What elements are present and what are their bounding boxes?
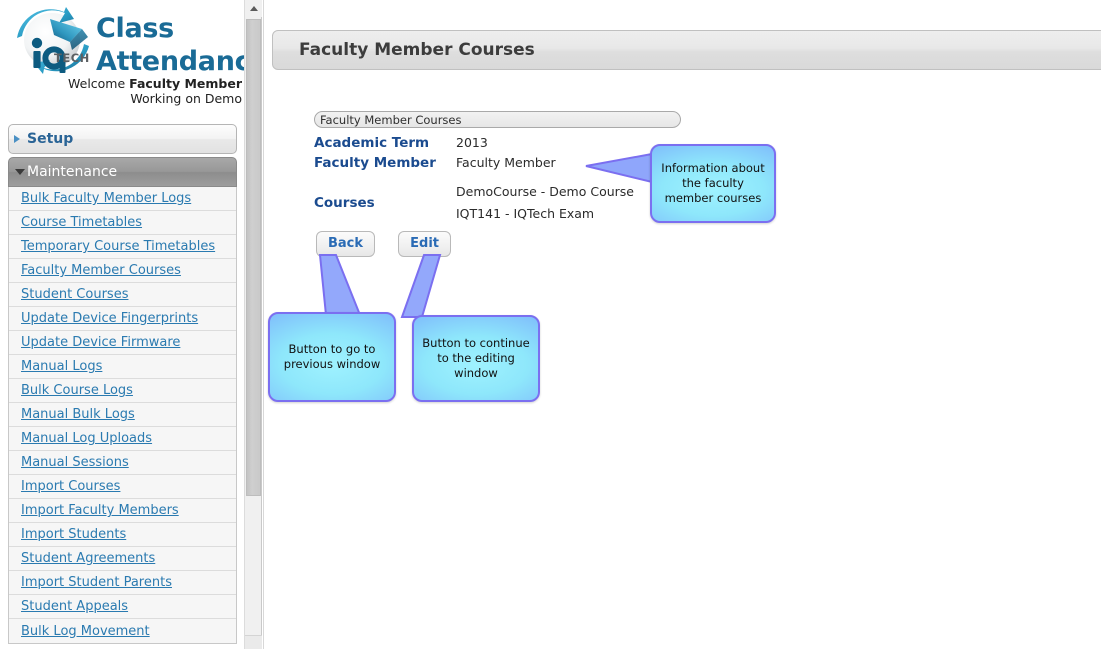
sidebar-item-update-device-firmware[interactable]: Update Device Firmware — [9, 331, 236, 355]
sidebar-link[interactable]: Update Device Firmware — [21, 335, 180, 350]
welcome-block: Welcome Faculty Member Working on Demo — [20, 76, 242, 106]
sidebar-item-student-appeals[interactable]: Student Appeals — [9, 595, 236, 619]
sidebar-link[interactable]: Manual Sessions — [21, 455, 129, 470]
callout-text: Information about the faculty member cou… — [661, 161, 765, 205]
field-value: Faculty Member — [456, 155, 556, 170]
faculty-member-courses-panel: Faculty Member Courses Academic Term 201… — [314, 111, 734, 221]
working-on-line: Working on Demo — [130, 91, 242, 106]
callout-info-courses: Information about the faculty member cou… — [650, 144, 776, 223]
welcome-line: Welcome Faculty Member — [20, 76, 242, 91]
sidebar-item-course-timetables[interactable]: Course Timetables — [9, 211, 236, 235]
sidebar-panel: TECH Class Attendance Welcome Faculty Me… — [0, 0, 244, 649]
sidebar-link[interactable]: Course Timetables — [21, 215, 142, 230]
sidebar-link[interactable]: Manual Bulk Logs — [21, 407, 135, 422]
sidebar-item-faculty-member-courses[interactable]: Faculty Member Courses — [9, 259, 236, 283]
sidebar-link[interactable]: Manual Logs — [21, 359, 102, 374]
sidebar-link[interactable]: Update Device Fingerprints — [21, 311, 198, 326]
sidebar-item-student-agreements[interactable]: Student Agreements — [9, 547, 236, 571]
sidebar-link[interactable]: Student Agreements — [21, 551, 155, 566]
sidebar-item-import-courses[interactable]: Import Courses — [9, 475, 236, 499]
welcome-prefix: Welcome — [68, 76, 130, 91]
callout-back-button: Button to go to previous window — [268, 312, 396, 402]
sidebar-group-maintenance-label: Maintenance — [27, 164, 118, 180]
brand-header: TECH Class Attendance Welcome Faculty Me… — [0, 0, 244, 110]
chevron-up-icon[interactable] — [245, 0, 262, 17]
callout-edit-button: Button to continue to the editing window — [412, 315, 540, 402]
chevron-right-icon — [14, 135, 20, 143]
sidebar-link[interactable]: Faculty Member Courses — [21, 263, 181, 278]
list-item: IQT141 - IQTech Exam — [456, 206, 595, 221]
sidebar-item-temporary-course-timetables[interactable]: Temporary Course Timetables — [9, 235, 236, 259]
sidebar-link[interactable]: Temporary Course Timetables — [21, 239, 215, 254]
courses-list: DemoCourse - Demo Course IQT141 - IQTech… — [456, 181, 634, 225]
brand-title-line1: Class — [96, 13, 174, 44]
sidebar-item-bulk-course-logs[interactable]: Bulk Course Logs — [9, 379, 236, 403]
sidebar-link[interactable]: Import Student Parents — [21, 575, 172, 590]
sidebar-link[interactable]: Import Students — [21, 527, 126, 542]
welcome-user: Faculty Member — [129, 76, 242, 91]
scrollbar-track[interactable] — [246, 496, 261, 632]
callout-text: Button to continue to the editing window — [422, 336, 530, 380]
scrollbar-thumb[interactable] — [246, 19, 261, 496]
field-label: Academic Term — [314, 135, 430, 151]
sidebar-item-bulk-faculty-member-logs[interactable]: Bulk Faculty Member Logs — [9, 187, 236, 211]
app-window: TECH Class Attendance Welcome Faculty Me… — [0, 0, 1101, 649]
page-header-bar: Faculty Member Courses — [272, 30, 1101, 70]
iqtech-circular-arrows-logo-icon: TECH — [10, 6, 102, 74]
sidebar-group-setup[interactable]: Setup — [8, 124, 237, 154]
sidebar-link[interactable]: Student Courses — [21, 287, 128, 302]
sidebar-link[interactable]: Manual Log Uploads — [21, 431, 152, 446]
sidebar-item-import-students[interactable]: Import Students — [9, 523, 236, 547]
sidebar-item-import-faculty-members[interactable]: Import Faculty Members — [9, 499, 236, 523]
sidebar-item-manual-bulk-logs[interactable]: Manual Bulk Logs — [9, 403, 236, 427]
edit-button[interactable]: Edit — [398, 231, 451, 257]
page-scrollbar[interactable] — [244, 0, 262, 649]
page-title: Class Attendance — [96, 12, 244, 78]
sidebar-item-manual-sessions[interactable]: Manual Sessions — [9, 451, 236, 475]
sidebar-item-manual-logs[interactable]: Manual Logs — [9, 355, 236, 379]
panel-legend: Faculty Member Courses — [314, 111, 681, 128]
chevron-down-icon — [15, 169, 25, 175]
field-label: Faculty Member — [314, 155, 436, 171]
field-label: Courses — [314, 195, 375, 211]
callout-tail-info — [585, 152, 656, 186]
main-page-title: Faculty Member Courses — [299, 40, 535, 60]
sidebar-link[interactable]: Bulk Faculty Member Logs — [21, 191, 191, 206]
sidebar-link[interactable]: Student Appeals — [21, 599, 128, 614]
sidebar-item-manual-log-uploads[interactable]: Manual Log Uploads — [9, 427, 236, 451]
scroll-down-button[interactable] — [245, 635, 262, 649]
callout-tail-edit — [400, 254, 448, 319]
sidebar-link[interactable]: Bulk Log Movement — [21, 624, 150, 639]
callout-tail-back — [314, 254, 362, 317]
sidebar-menu-list: Bulk Faculty Member Logs Course Timetabl… — [8, 187, 237, 644]
action-button-row: Back Edit — [316, 231, 451, 257]
back-button[interactable]: Back — [316, 231, 376, 257]
svg-text:TECH: TECH — [54, 51, 90, 65]
sidebar-item-student-courses[interactable]: Student Courses — [9, 283, 236, 307]
sidebar-group-setup-label: Setup — [27, 131, 74, 147]
sidebar-item-import-student-parents[interactable]: Import Student Parents — [9, 571, 236, 595]
sidebar-link[interactable]: Bulk Course Logs — [21, 383, 133, 398]
sidebar-link[interactable]: Import Faculty Members — [21, 503, 179, 518]
brand-title-line2: Attendance — [96, 46, 244, 77]
sidebar-link[interactable]: Import Courses — [21, 479, 120, 494]
sidebar-item-update-device-fingerprints[interactable]: Update Device Fingerprints — [9, 307, 236, 331]
main-content: Faculty Member Courses Faculty Member Co… — [264, 0, 1101, 649]
sidebar-group-maintenance[interactable]: Maintenance — [8, 157, 237, 187]
field-value: 2013 — [456, 135, 488, 150]
sidebar-accordion: Setup Maintenance Bulk Faculty Member Lo… — [8, 124, 237, 644]
callout-text: Button to go to previous window — [283, 342, 381, 371]
sidebar-item-bulk-log-movement[interactable]: Bulk Log Movement — [9, 619, 236, 643]
